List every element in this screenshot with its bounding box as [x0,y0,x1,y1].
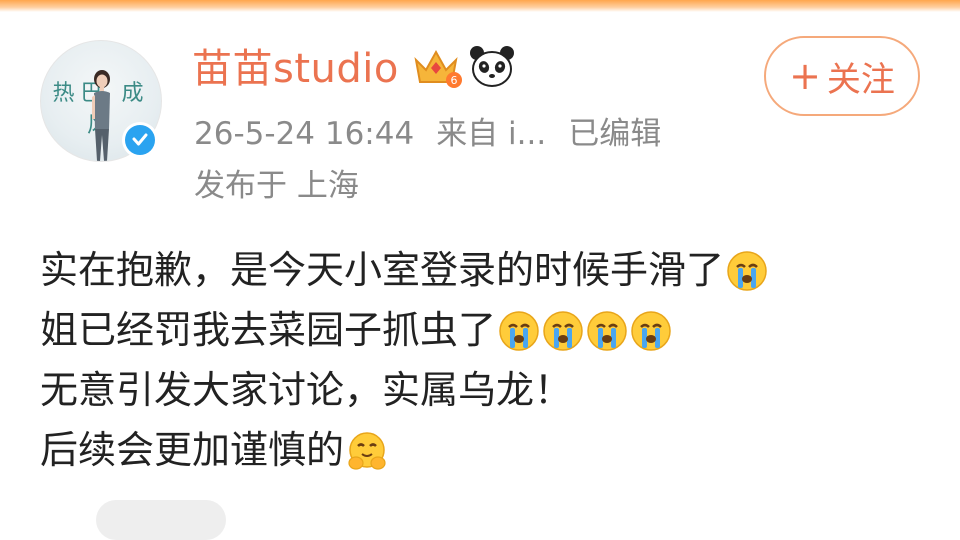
content-line-text: 实在抱歉，是今天小室登录的时候手滑了 [40,248,725,292]
content-line-text: 姐已经罚我去菜园子抓虫了 [40,308,497,352]
edited-label[interactable]: 已编辑 [568,116,661,152]
verified-badge-icon [122,122,158,158]
next-item-preview [96,500,226,540]
person-figure-icon [92,70,110,161]
crown-level-icon: 6 [414,49,462,88]
plus-icon: + [789,54,821,98]
post-location: 发布于 上海 [194,168,359,204]
svg-text:6: 6 [451,74,458,87]
crying-face-emoji [498,309,540,351]
content-line: 实在抱歉，是今天小室登录的时候手滑了 [40,240,940,300]
avatar[interactable]: 热巴 成风 [40,40,162,162]
post-meta: 26-5-24 16:44 来自 i... 已编辑 [194,112,661,156]
crying-face-emoji [726,249,768,291]
content-line: 后续会更加谨慎的 [40,420,940,480]
follow-label: 关注 [826,59,895,100]
crying-face-emoji [630,309,672,351]
post-source[interactable]: 来自 i... [436,116,546,152]
hugging-face-emoji [346,429,388,471]
weibo-post-card: 热巴 成风 苗苗studio 6 [0,0,960,540]
crying-face-emoji [542,309,584,351]
post-timestamp: 26-5-24 16:44 [194,116,415,152]
author-name[interactable]: 苗苗studio [192,44,399,94]
content-line: 无意引发大家讨论，实属乌龙！ [40,360,940,420]
crying-face-emoji [586,309,628,351]
content-line-text: 无意引发大家讨论，实属乌龙！ [40,368,573,412]
panda-icon [470,46,514,87]
follow-button[interactable]: + 关注 [764,36,920,116]
content-line: 姐已经罚我去菜园子抓虫了 [40,300,940,360]
content-line-text: 后续会更加谨慎的 [40,428,345,472]
post-content: 实在抱歉，是今天小室登录的时候手滑了 姐已经罚我去菜园子抓虫了 无意引发大家讨论… [40,240,940,480]
